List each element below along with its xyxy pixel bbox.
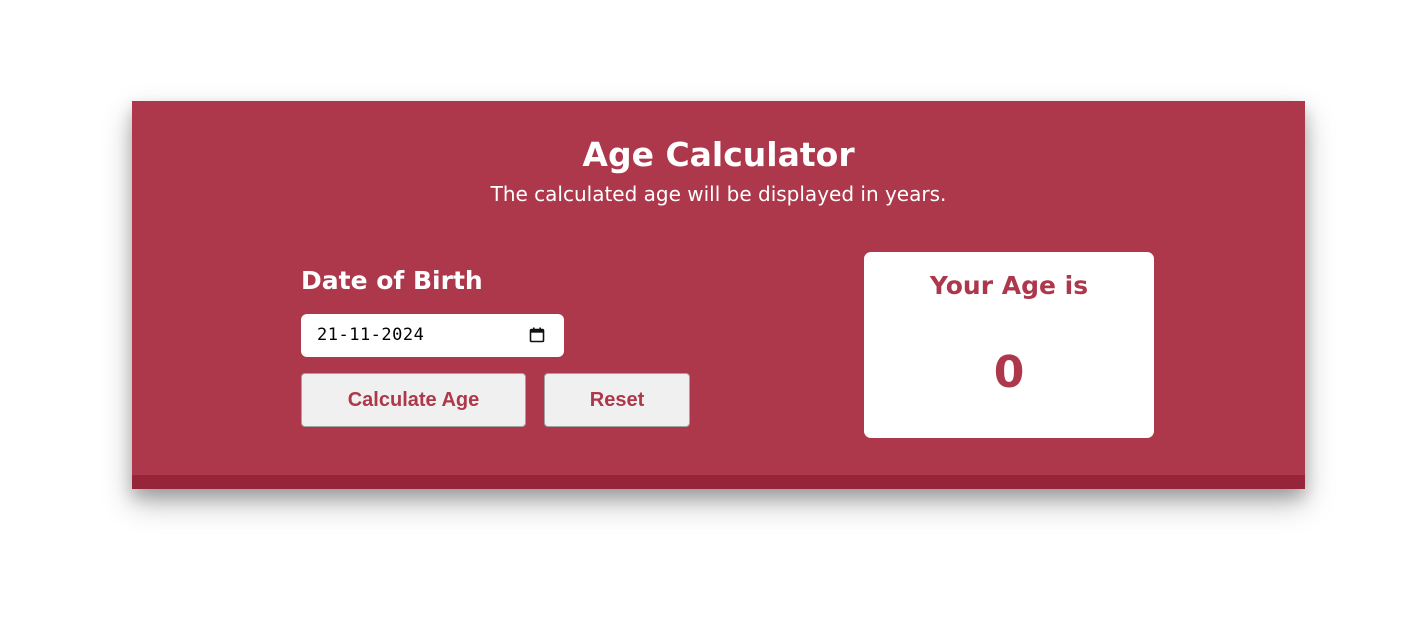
dob-label: Date of Birth — [301, 266, 483, 295]
date-value[interactable]: 21-11-2024 — [317, 324, 424, 346]
result-panel: Your Age is 0 — [864, 252, 1154, 438]
reset-button[interactable]: Reset — [544, 373, 690, 427]
age-result-value: 0 — [993, 347, 1025, 398]
page-subtitle: The calculated age will be displayed in … — [490, 182, 947, 206]
calculate-age-button[interactable]: Calculate Age — [301, 373, 526, 427]
card-footer-bar — [132, 475, 1305, 489]
age-calculator-card: Age Calculator The calculated age will b… — [132, 101, 1305, 489]
result-label: Your Age is — [929, 271, 1089, 300]
date-of-birth-input[interactable]: 21-11-2024 — [301, 314, 564, 357]
page-title: Age Calculator — [582, 135, 855, 174]
calendar-icon[interactable] — [529, 327, 545, 343]
